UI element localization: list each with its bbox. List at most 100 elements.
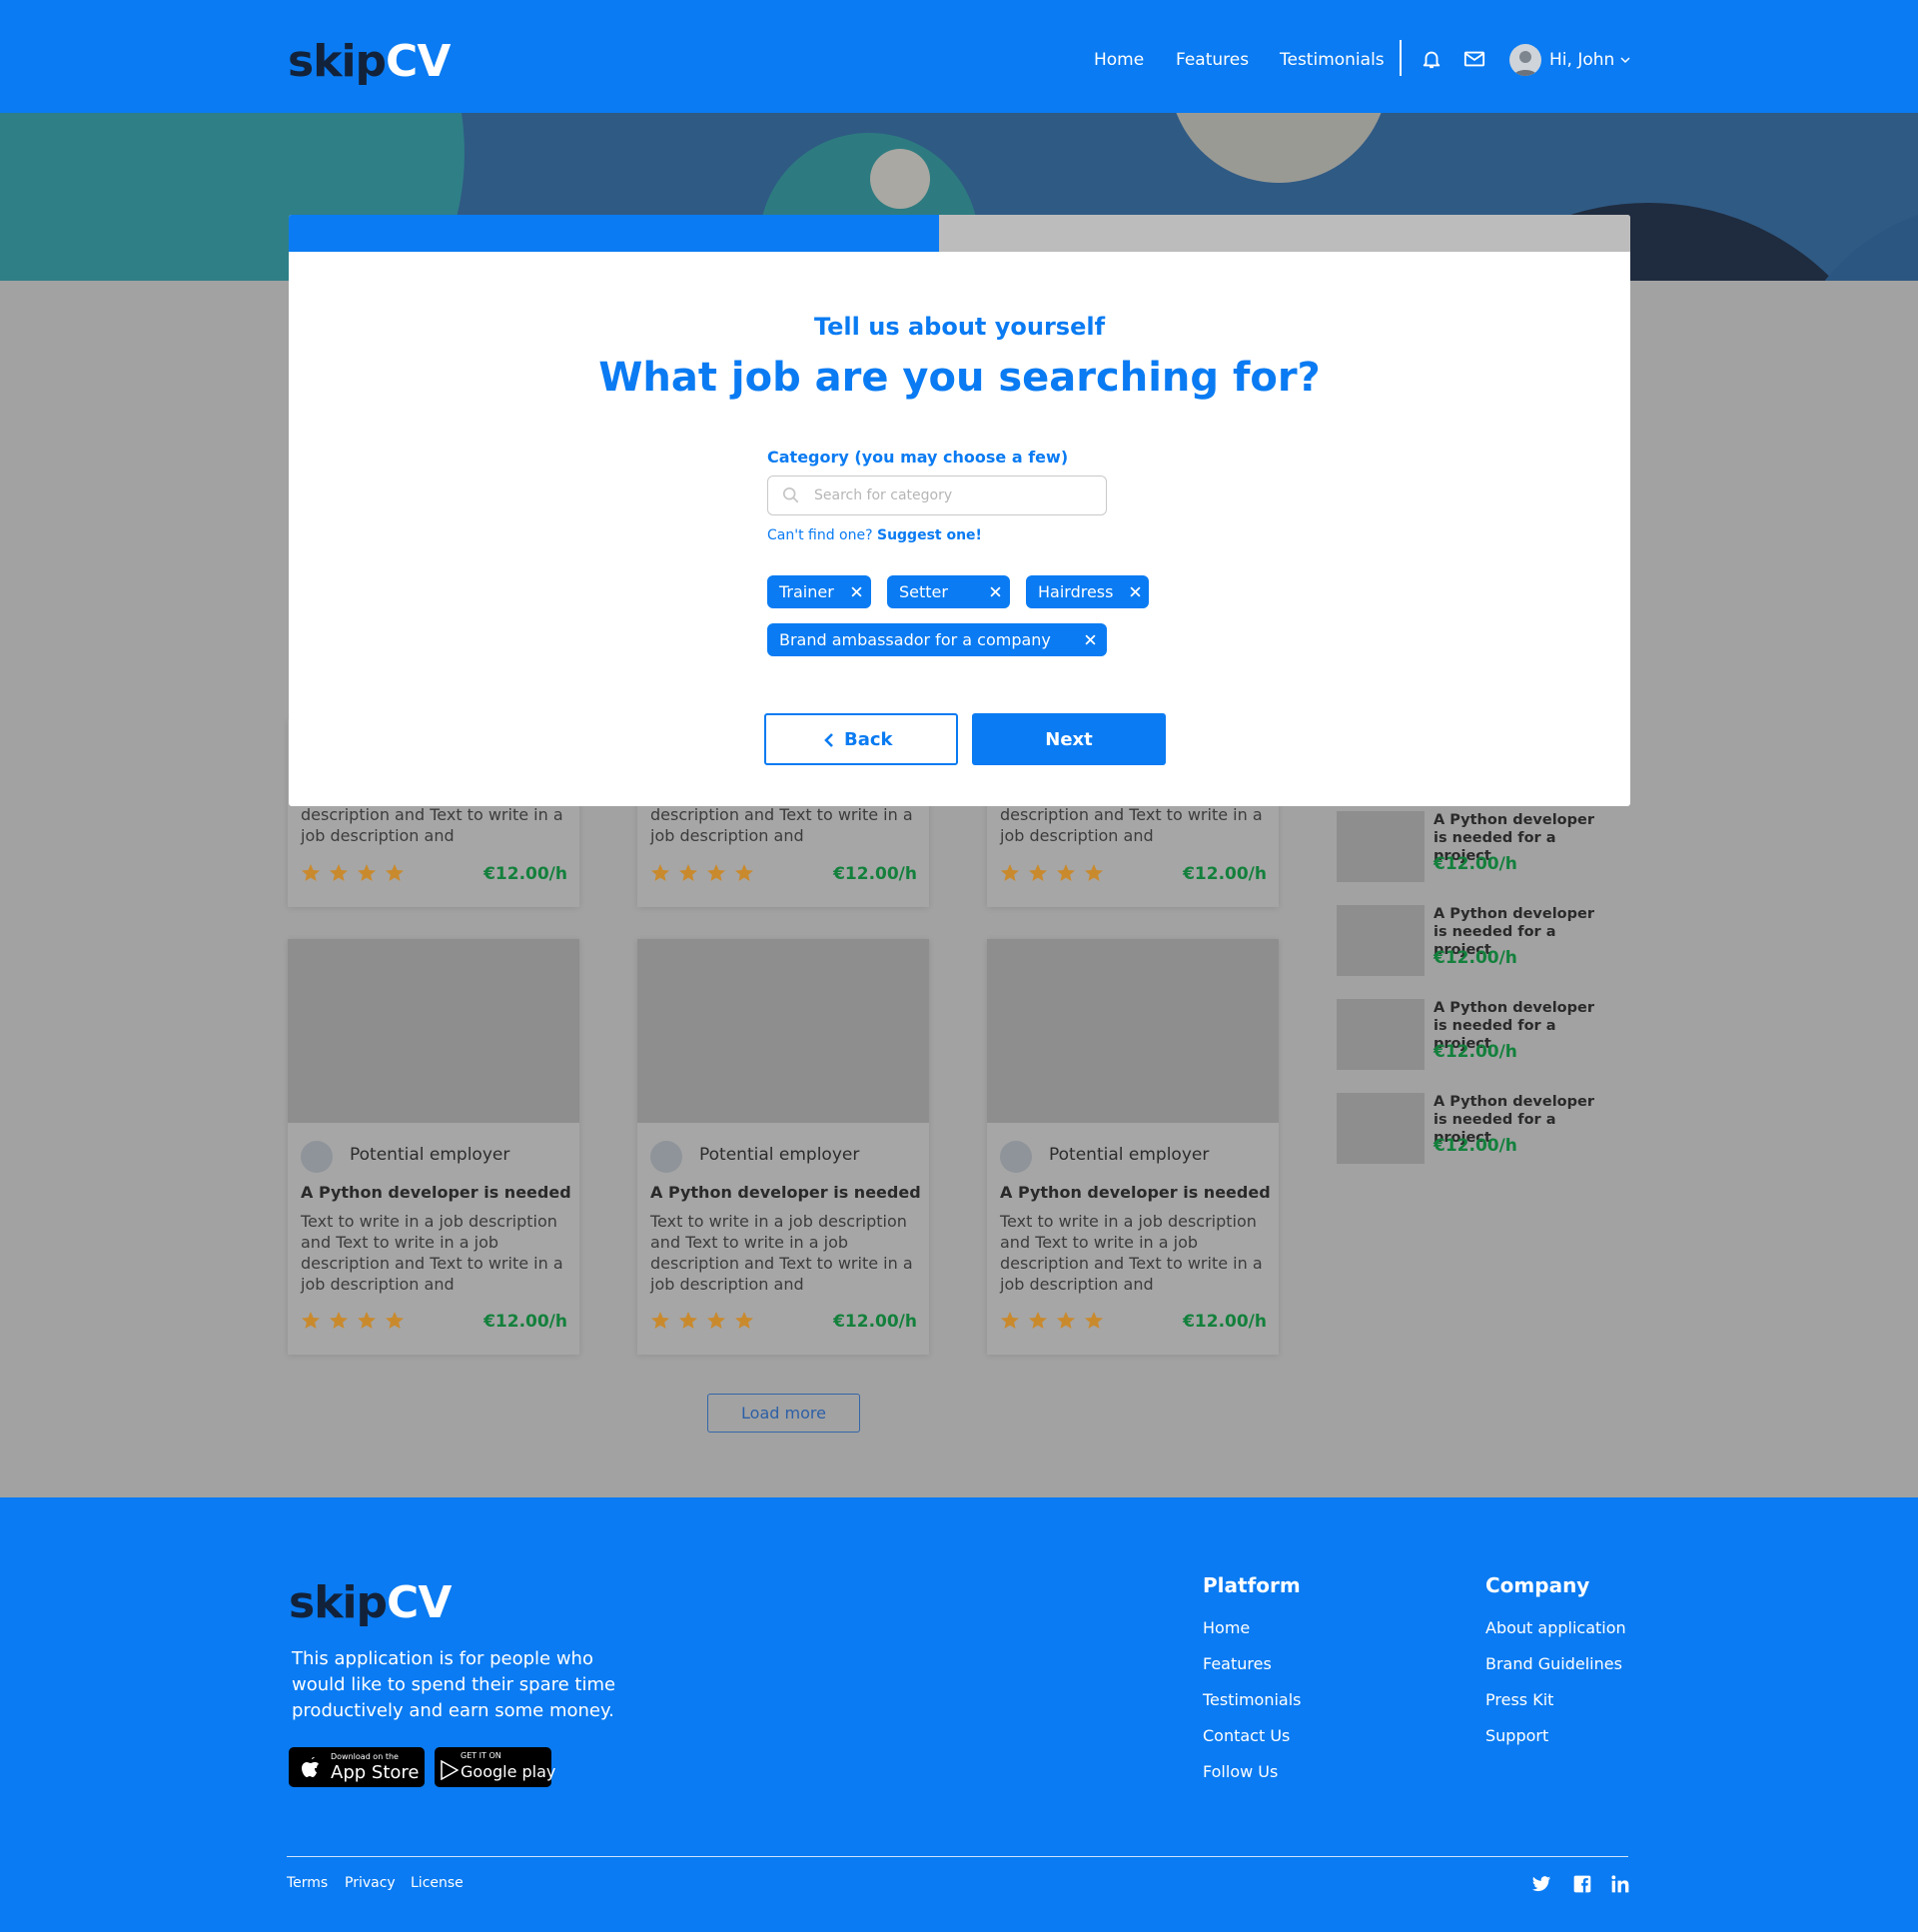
star-icon [1085, 1312, 1103, 1329]
card-title: A Python developer is needed [1000, 1183, 1271, 1202]
footer-logo-skip: skip [289, 1577, 388, 1628]
star-icon [735, 1312, 753, 1329]
star-icon [386, 864, 404, 881]
onboarding-modal: Tell us about yourself What job are you … [289, 215, 1630, 806]
star-icon [651, 1312, 669, 1329]
card-employer: Potential employer [350, 1145, 510, 1165]
google-play-badge[interactable]: GET IT ON Google play [435, 1747, 555, 1787]
star-icon [735, 864, 753, 881]
card-employer: Potential employer [699, 1145, 860, 1165]
card-description: description and Text to write in a job d… [650, 805, 913, 845]
category-search[interactable] [767, 476, 1107, 515]
close-icon[interactable] [851, 586, 862, 597]
platform-heading: Platform [1203, 1573, 1301, 1597]
card-image [987, 939, 1279, 1123]
close-icon[interactable] [990, 586, 1001, 597]
bell-icon[interactable] [1421, 48, 1442, 70]
star-icon [330, 1312, 348, 1329]
star-rating [1000, 1311, 1104, 1331]
star-icon [1001, 864, 1019, 881]
sidebar-job-image [1337, 905, 1425, 976]
close-icon[interactable] [1130, 586, 1141, 597]
job-card[interactable]: Potential employer A Python developer is… [288, 939, 579, 1355]
footer-link-brand[interactable]: Brand Guidelines [1485, 1654, 1622, 1673]
back-button[interactable]: Back [764, 713, 958, 765]
star-icon [1057, 1312, 1075, 1329]
card-description: Text to write in a job description and T… [1000, 1212, 1263, 1294]
star-icon [1029, 864, 1047, 881]
card-description: Text to write in a job description and T… [301, 1212, 563, 1294]
star-rating [301, 863, 405, 883]
card-employer: Potential employer [1049, 1145, 1210, 1165]
nav-home[interactable]: Home [1094, 50, 1144, 70]
category-label: Category (you may choose a few) [767, 448, 1069, 467]
terms-link[interactable]: Terms [287, 1875, 328, 1891]
suggest-hint: Can't find one? Suggest one! [767, 527, 982, 543]
modal-title: What job are you searching for? [598, 355, 1321, 401]
nav-testimonials[interactable]: Testimonials [1280, 50, 1385, 70]
card-price: €12.00/h [1183, 864, 1267, 884]
category-chip: Setter [887, 575, 1010, 608]
app-store-small-text: Download on the [331, 1752, 399, 1761]
card-price: €12.00/h [483, 864, 567, 884]
logo[interactable]: skipCV [288, 36, 451, 87]
load-more-button[interactable]: Load more [707, 1394, 860, 1433]
back-label: Back [844, 729, 893, 750]
star-icon [358, 864, 376, 881]
mail-icon[interactable] [1463, 48, 1485, 70]
user-avatar[interactable] [1509, 44, 1541, 76]
modal-subtitle: Tell us about yourself [813, 313, 1106, 341]
search-icon [782, 486, 799, 503]
category-search-input[interactable] [814, 484, 1094, 506]
twitter-icon[interactable] [1531, 1874, 1551, 1894]
card-image [637, 939, 929, 1123]
hint-text: Can't find one? [767, 527, 873, 543]
star-icon [651, 864, 669, 881]
star-icon [1029, 1312, 1047, 1329]
footer-link-follow[interactable]: Follow Us [1203, 1762, 1278, 1781]
footer: skipCV This application is for people wh… [0, 1497, 1918, 1932]
sidebar-job-price: €12.00/h [1434, 854, 1517, 874]
next-button[interactable]: Next [972, 713, 1166, 765]
chevron-down-icon[interactable] [1620, 55, 1630, 65]
star-rating [301, 1311, 405, 1331]
job-card[interactable]: Potential employer A Python developer is… [987, 939, 1279, 1355]
card-description: description and Text to write in a job d… [301, 805, 563, 845]
star-icon [302, 864, 320, 881]
footer-link-press[interactable]: Press Kit [1485, 1690, 1553, 1709]
star-icon [707, 864, 725, 881]
app-store-badge[interactable]: Download on the App Store [289, 1747, 425, 1787]
user-greeting[interactable]: Hi, John [1549, 50, 1614, 70]
chip-label: Trainer [779, 582, 834, 601]
footer-link-testimonials[interactable]: Testimonials [1203, 1690, 1302, 1709]
license-link[interactable]: License [411, 1875, 464, 1891]
close-icon[interactable] [1085, 634, 1096, 645]
category-chip: Brand ambassador for a company [767, 623, 1107, 656]
sidebar-job-item[interactable]: A Python developer is needed for a proje… [1337, 905, 1596, 977]
job-card[interactable]: Potential employer A Python developer is… [637, 939, 929, 1355]
progress-bar-fill [289, 215, 940, 252]
card-title: A Python developer is needed [301, 1183, 571, 1202]
footer-link-contact[interactable]: Contact Us [1203, 1726, 1290, 1745]
star-icon [386, 1312, 404, 1329]
sidebar-job-item[interactable]: A Python developer is needed for a proje… [1337, 999, 1596, 1071]
footer-link-home[interactable]: Home [1203, 1618, 1250, 1637]
linkedin-icon[interactable] [1610, 1874, 1630, 1894]
suggest-link[interactable]: Suggest one! [877, 527, 982, 543]
privacy-link[interactable]: Privacy [345, 1875, 396, 1891]
sidebar-job-item[interactable]: A Python developer is needed for a proje… [1337, 811, 1596, 883]
footer-link-support[interactable]: Support [1485, 1726, 1548, 1745]
nav-features[interactable]: Features [1176, 50, 1249, 70]
facebook-icon[interactable] [1572, 1874, 1592, 1894]
star-icon [707, 1312, 725, 1329]
chip-label: Hairdress [1038, 582, 1114, 601]
apple-icon [302, 1757, 319, 1777]
sidebar-job-item[interactable]: A Python developer is needed for a proje… [1337, 1093, 1596, 1165]
category-chip: Hairdress [1026, 575, 1149, 608]
footer-link-features[interactable]: Features [1203, 1654, 1272, 1673]
logo-cv: CV [386, 36, 451, 87]
star-icon [302, 1312, 320, 1329]
footer-logo[interactable]: skipCV [289, 1577, 452, 1628]
card-title: A Python developer is needed [650, 1183, 921, 1202]
footer-link-about[interactable]: About application [1485, 1618, 1626, 1637]
